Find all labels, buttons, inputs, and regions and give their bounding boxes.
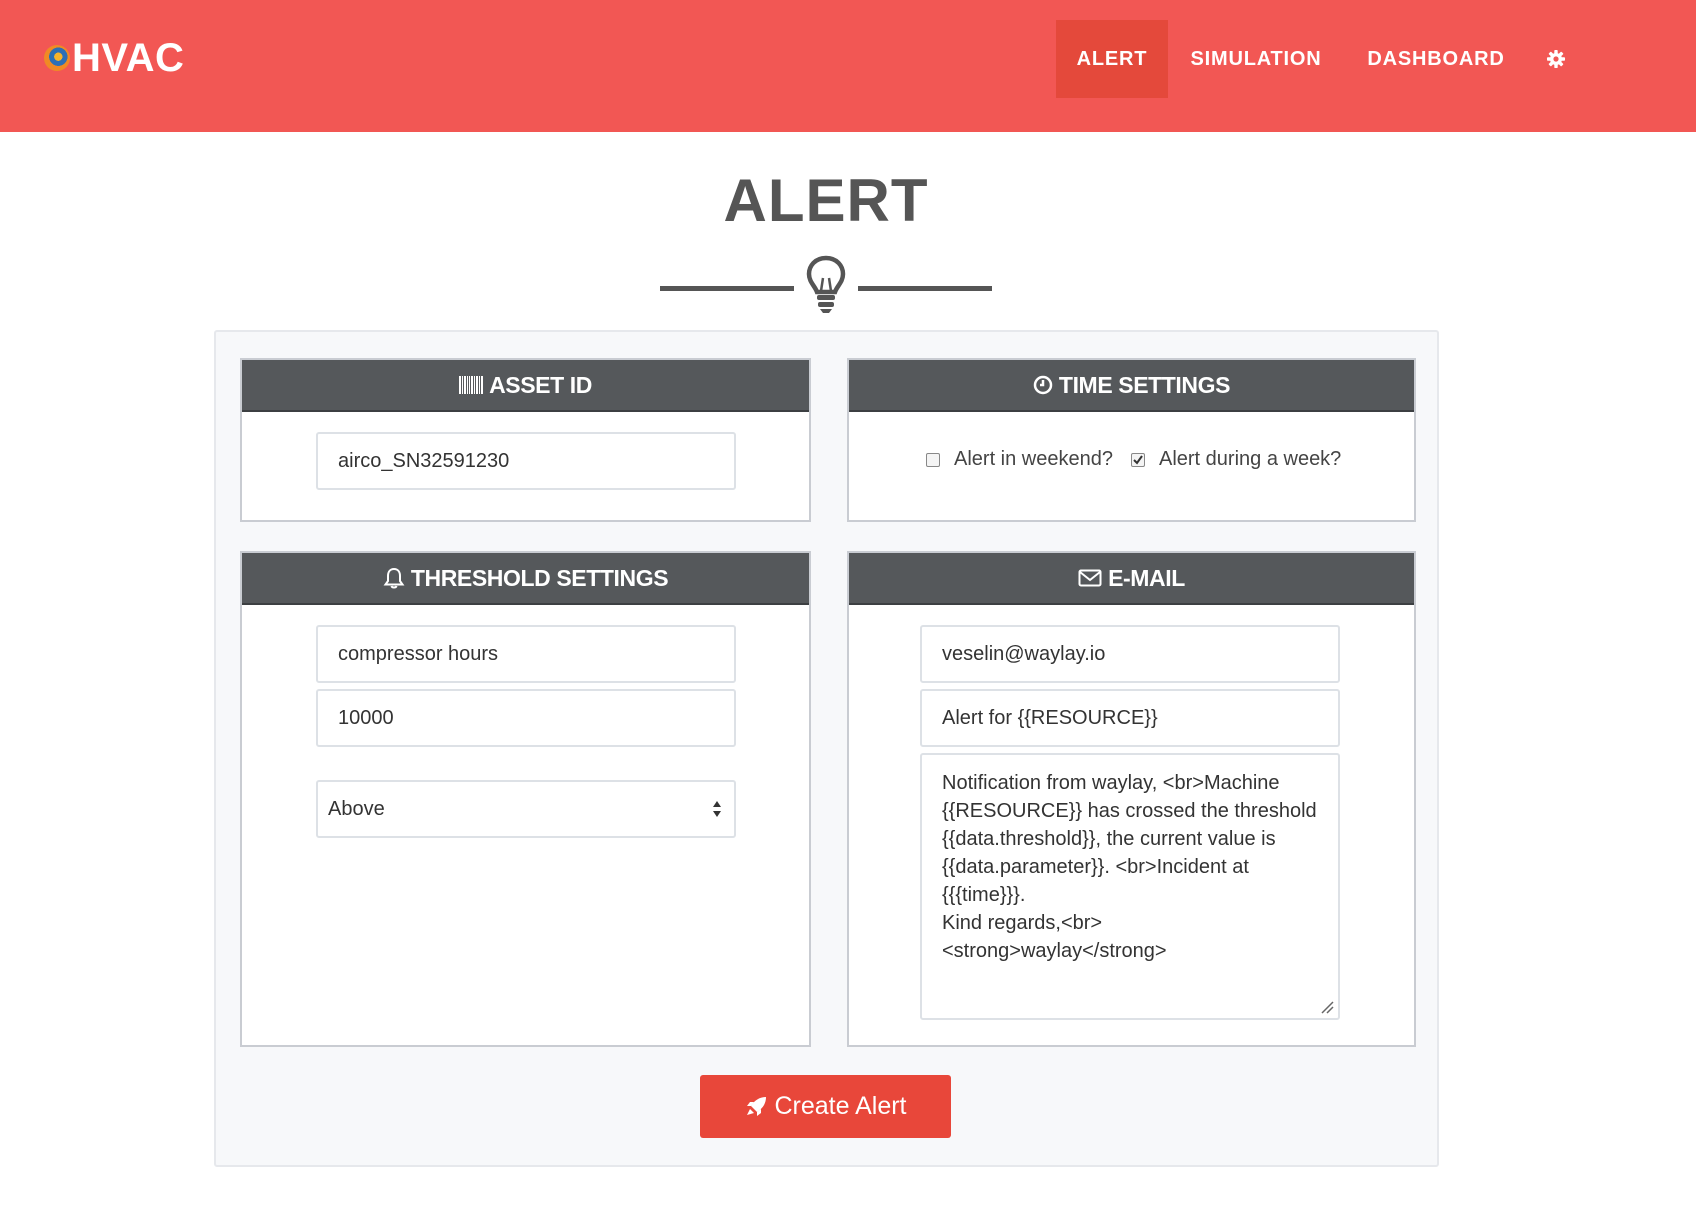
select-arrows-icon bbox=[713, 801, 721, 817]
email-panel-header: E-MAIL bbox=[849, 553, 1414, 605]
nav-item-simulation[interactable]: SIMULATION bbox=[1176, 20, 1336, 98]
barcode-icon bbox=[459, 376, 484, 394]
email-recipient-input[interactable]: veselin@waylay.io bbox=[920, 625, 1340, 683]
direction-select-value: Above bbox=[328, 797, 385, 820]
email-body-text: Notification from waylay, <br>Machine {{… bbox=[942, 772, 1317, 962]
threshold-input[interactable]: 10000 bbox=[316, 689, 736, 747]
time-settings-panel: TIME SETTINGS bbox=[847, 358, 1416, 522]
envelope-icon bbox=[1078, 569, 1102, 587]
asset-id-input[interactable]: airco_SN32591230 bbox=[316, 432, 736, 490]
hvac-logo-icon bbox=[44, 45, 70, 71]
page-title: ALERT bbox=[723, 167, 929, 234]
threshold-settings-panel-header: THRESHOLD SETTINGS bbox=[242, 553, 809, 605]
threshold-settings-panel-title: THRESHOLD SETTINGS bbox=[410, 564, 669, 591]
direction-select[interactable]: Above bbox=[316, 780, 736, 838]
title-divider-left bbox=[660, 286, 794, 291]
checkmark-icon bbox=[1133, 454, 1143, 465]
clock-icon bbox=[1033, 375, 1053, 395]
resize-grip-icon[interactable] bbox=[1320, 1000, 1334, 1014]
rocket-icon bbox=[747, 1096, 767, 1116]
time-settings-panel-header: TIME SETTINGS bbox=[849, 360, 1414, 412]
week-label: Alert during a week? bbox=[1158, 448, 1342, 470]
gear-icon bbox=[1547, 50, 1565, 68]
email-subject-input[interactable]: Alert for {{RESOURCE}} bbox=[920, 689, 1340, 747]
asset-id-panel-header: ASSET ID bbox=[242, 360, 809, 412]
email-body-textarea[interactable]: Notification from waylay, <br>Machine {{… bbox=[920, 753, 1340, 1020]
create-alert-button[interactable]: Create Alert bbox=[700, 1075, 951, 1138]
title-divider-right bbox=[858, 286, 992, 291]
lightbulb-icon bbox=[806, 255, 846, 313]
brand[interactable]: HVAC bbox=[44, 36, 184, 80]
settings-button[interactable] bbox=[1540, 20, 1572, 98]
create-alert-label: Create Alert bbox=[774, 1092, 907, 1120]
email-panel-title: E-MAIL bbox=[1108, 564, 1185, 591]
parameter-input[interactable]: compressor hours bbox=[316, 625, 736, 683]
brand-title: HVAC bbox=[72, 35, 185, 80]
weekend-checkbox[interactable] bbox=[926, 452, 940, 467]
time-settings-options: Alert in weekend? Alert during a week? bbox=[926, 448, 1359, 471]
navbar: HVAC ALERT SIMULATION DASHBOARD bbox=[0, 0, 1696, 132]
asset-id-panel-title: ASSET ID bbox=[489, 371, 592, 398]
nav-item-alert[interactable]: ALERT bbox=[1056, 20, 1168, 98]
nav-item-dashboard[interactable]: DASHBOARD bbox=[1350, 20, 1522, 98]
time-settings-panel-title: TIME SETTINGS bbox=[1058, 371, 1231, 398]
weekend-label: Alert in weekend? bbox=[954, 448, 1113, 470]
bell-icon bbox=[383, 567, 405, 589]
week-checkbox[interactable] bbox=[1130, 452, 1145, 467]
